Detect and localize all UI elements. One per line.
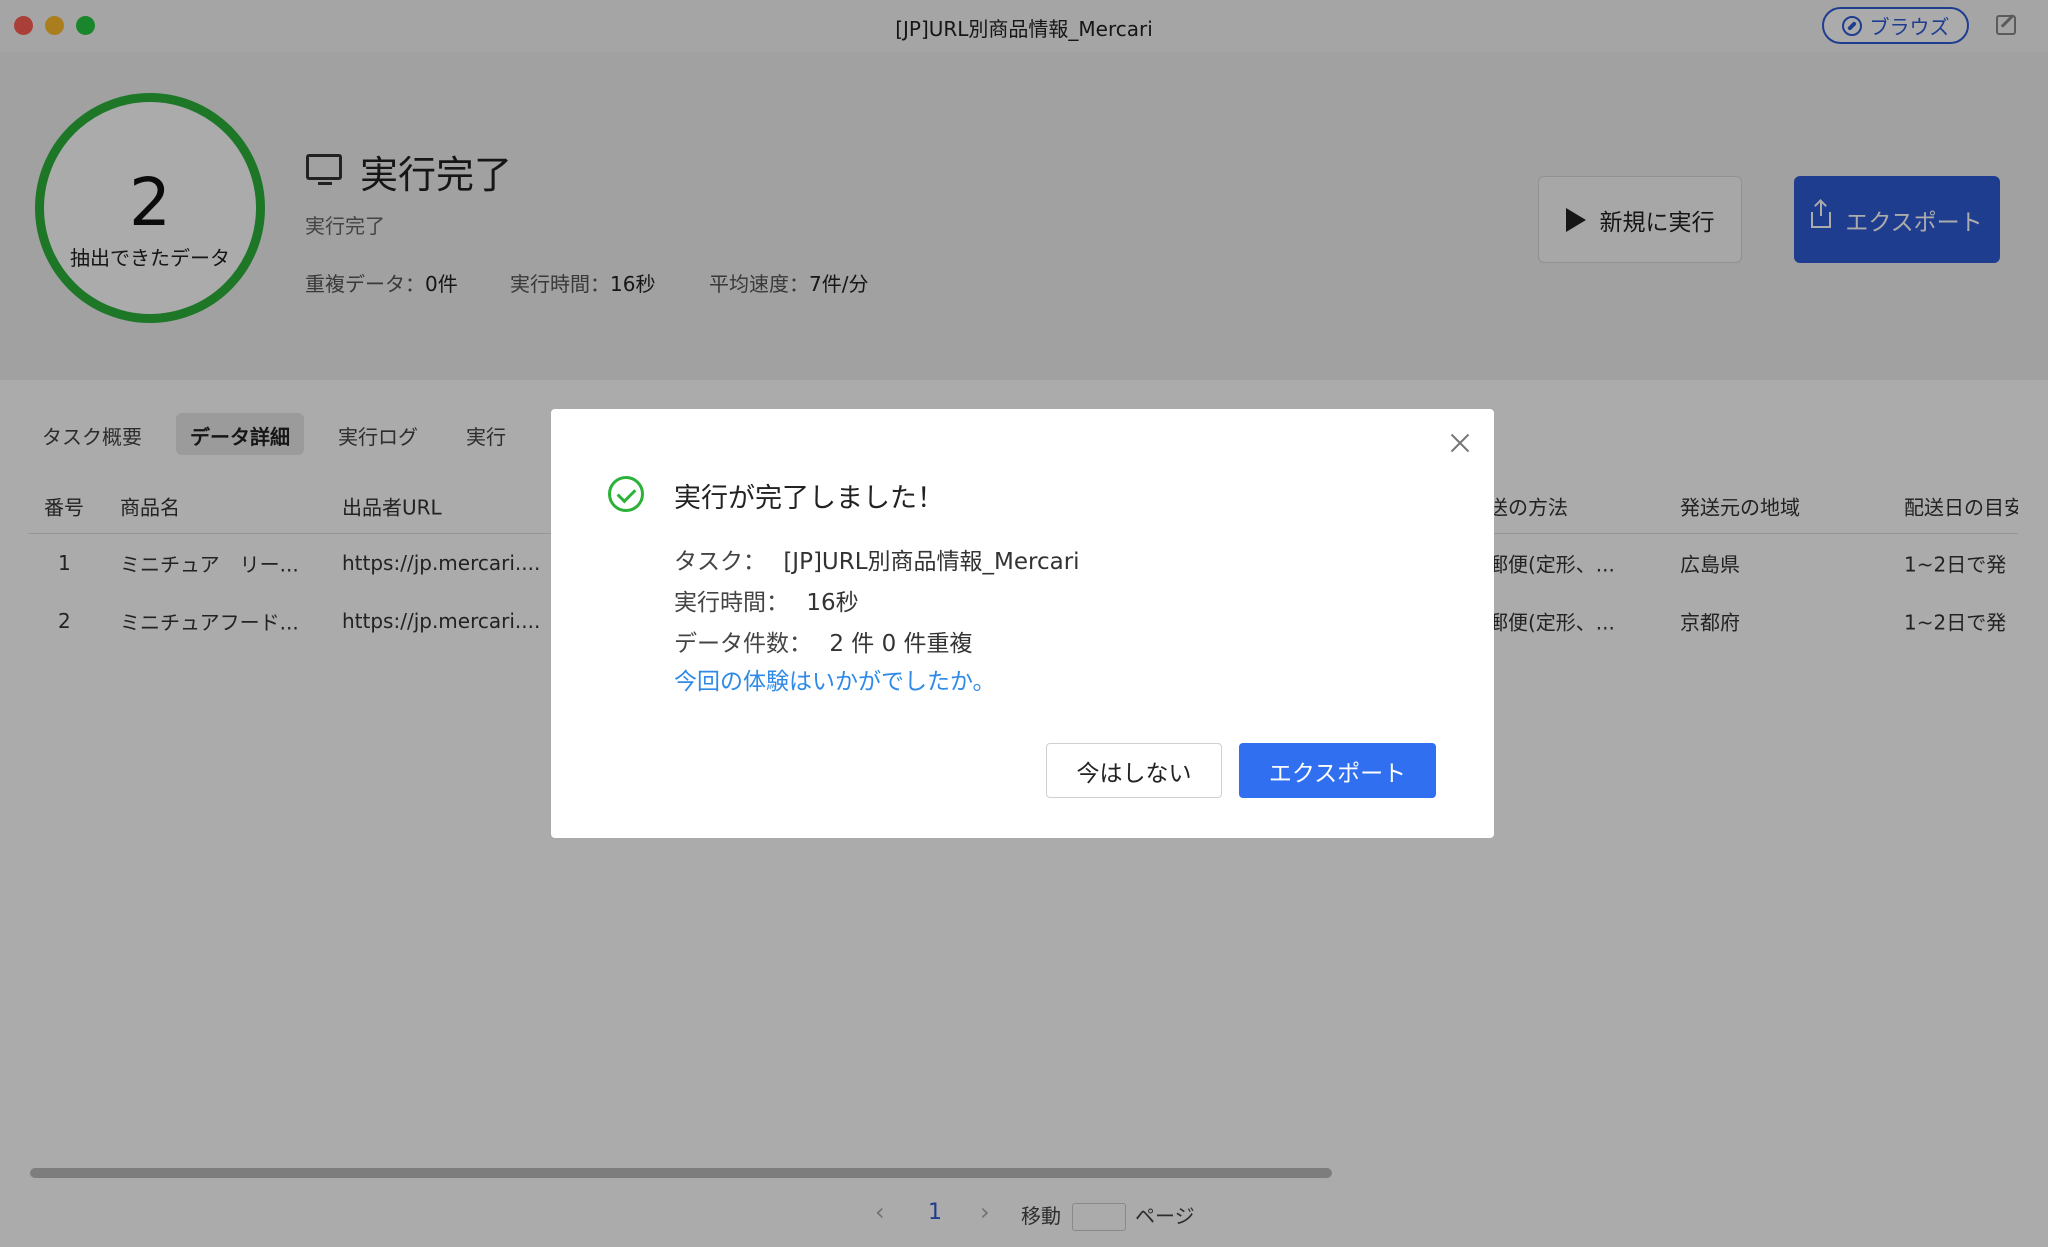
dialog-count-label: データ件数： — [674, 631, 812, 657]
completion-dialog: 実行が完了しました！ タスク： [JP]URL別商品情報_Mercari 実行時… — [551, 409, 1494, 838]
dialog-task-label: タスク： — [674, 549, 766, 575]
dialog-task-value: [JP]URL別商品情報_Mercari — [783, 549, 1080, 575]
check-circle-icon — [608, 476, 644, 512]
dialog-title: 実行が完了しました！ — [674, 483, 944, 514]
dialog-task-line: タスク： [JP]URL別商品情報_Mercari — [674, 542, 1080, 576]
not-now-button[interactable]: 今はしない — [1046, 743, 1222, 798]
dialog-time-value: 16秒 — [806, 590, 859, 616]
dialog-export-button[interactable]: エクスポート — [1239, 743, 1436, 798]
dialog-count-line: データ件数： 2 件 0 件重複 — [674, 624, 973, 658]
dialog-time-label: 実行時間： — [674, 590, 789, 616]
dialog-count-value: 2 件 0 件重複 — [829, 631, 973, 657]
close-icon[interactable] — [1448, 431, 1472, 455]
dialog-time-line: 実行時間： 16秒 — [674, 583, 859, 617]
feedback-link[interactable]: 今回の体験はいかがでしたか。 — [674, 662, 996, 696]
